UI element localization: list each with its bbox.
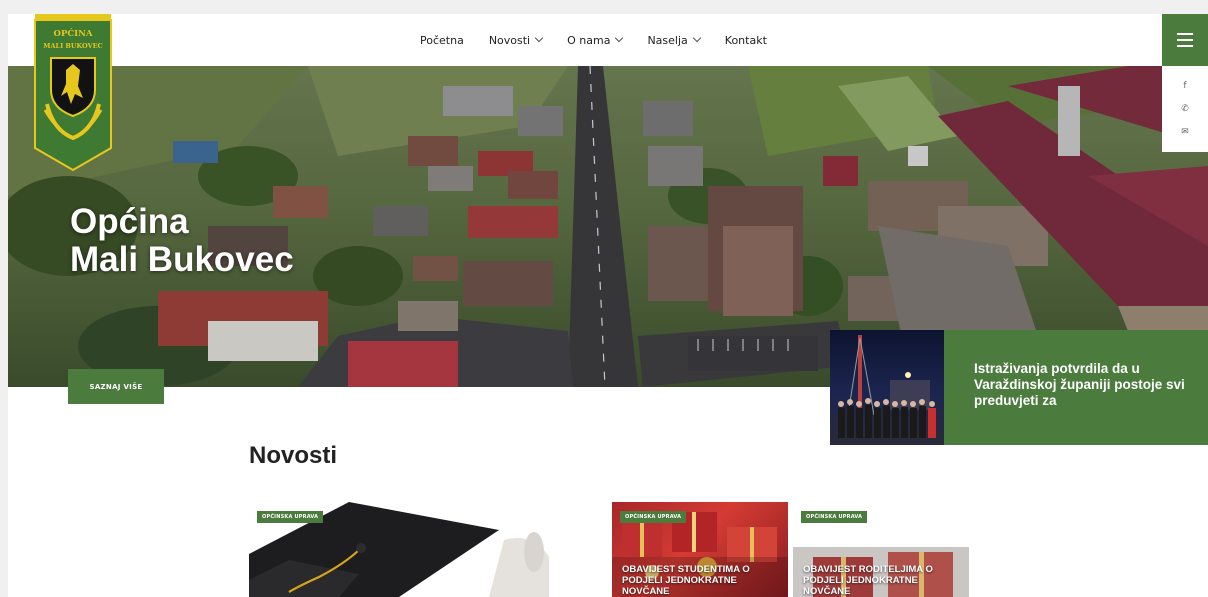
- news-section-title: Novosti: [249, 442, 338, 469]
- main-navigation: Početna Novosti O nama Naselja Kontakt: [420, 14, 767, 66]
- logo-banner-icon: OPĆINA MALI BUKOVEC: [34, 14, 112, 172]
- category-badge[interactable]: OPĆINSKA UPRAVA: [801, 511, 868, 523]
- category-badge[interactable]: OPĆINSKA UPRAVA: [620, 511, 687, 523]
- news-card[interactable]: OPĆINSKA UPRAVA OBAVIJEST STUDENTIMA O P…: [612, 502, 788, 597]
- coat-of-arms-logo[interactable]: OPĆINA MALI BUKOVEC: [33, 14, 113, 172]
- facebook-icon[interactable]: f: [1183, 81, 1186, 91]
- hamburger-icon: [1177, 33, 1193, 35]
- learn-more-button[interactable]: SAZNAJ VIŠE: [68, 369, 164, 404]
- logo-text-line1: OPĆINA: [54, 27, 93, 39]
- nav-item-naselja[interactable]: Naselja: [647, 33, 702, 47]
- hamburger-icon: [1177, 39, 1193, 41]
- news-card-title[interactable]: OBAVIJEST RODITELJIMA O PODJELI JEDNOKRA…: [803, 564, 963, 597]
- nav-item-label: O nama: [567, 33, 611, 47]
- nav-item-pocetna[interactable]: Početna: [420, 34, 464, 47]
- featured-news-headline[interactable]: Istraživanja potvrdila da u Varaždinskoj…: [944, 330, 1208, 445]
- hero-title-line1: Općina: [70, 202, 189, 241]
- hamburger-menu-button[interactable]: [1162, 14, 1208, 66]
- chevron-down-icon: [615, 33, 624, 43]
- logo-text-line2: MALI BUKOVEC: [43, 42, 102, 50]
- hero-title: Općina Mali Bukovec: [70, 203, 294, 279]
- drilling-rig-image: [838, 335, 936, 438]
- news-card[interactable]: OPĆINSKA UPRAVA OBAVIJEST RODITELJIMA O …: [793, 502, 969, 597]
- mail-icon[interactable]: ✉: [1181, 127, 1189, 137]
- phone-icon[interactable]: ✆: [1181, 104, 1189, 114]
- chevron-down-icon: [692, 33, 702, 43]
- social-links: f ✆ ✉: [1162, 66, 1208, 152]
- news-card-title[interactable]: OBAVIJEST STUDENTIMA O PODJELI JEDNOKRAT…: [622, 564, 782, 597]
- nav-item-label: Naselja: [647, 33, 688, 47]
- featured-news-slide[interactable]: Istraživanja potvrdila da u Varaždinskoj…: [830, 330, 1208, 445]
- nav-item-label: Početna: [420, 33, 464, 47]
- featured-news-thumbnail: [830, 330, 944, 445]
- news-card[interactable]: OPĆINSKA UPRAVA: [249, 502, 573, 597]
- nav-item-label: Kontakt: [724, 33, 767, 47]
- nav-item-label: Novosti: [488, 33, 531, 47]
- category-badge[interactable]: OPĆINSKA UPRAVA: [257, 511, 324, 523]
- nav-item-kontakt[interactable]: Kontakt: [725, 34, 767, 47]
- nav-item-o-nama[interactable]: O nama: [567, 33, 624, 47]
- hamburger-icon: [1177, 45, 1193, 47]
- chevron-down-icon: [534, 33, 544, 43]
- nav-item-novosti[interactable]: Novosti: [488, 33, 544, 47]
- hero-title-line2: Mali Bukovec: [70, 240, 294, 279]
- page: Početna Novosti O nama Naselja Kontakt O…: [8, 14, 1208, 597]
- site-header: Početna Novosti O nama Naselja Kontakt: [8, 14, 1208, 66]
